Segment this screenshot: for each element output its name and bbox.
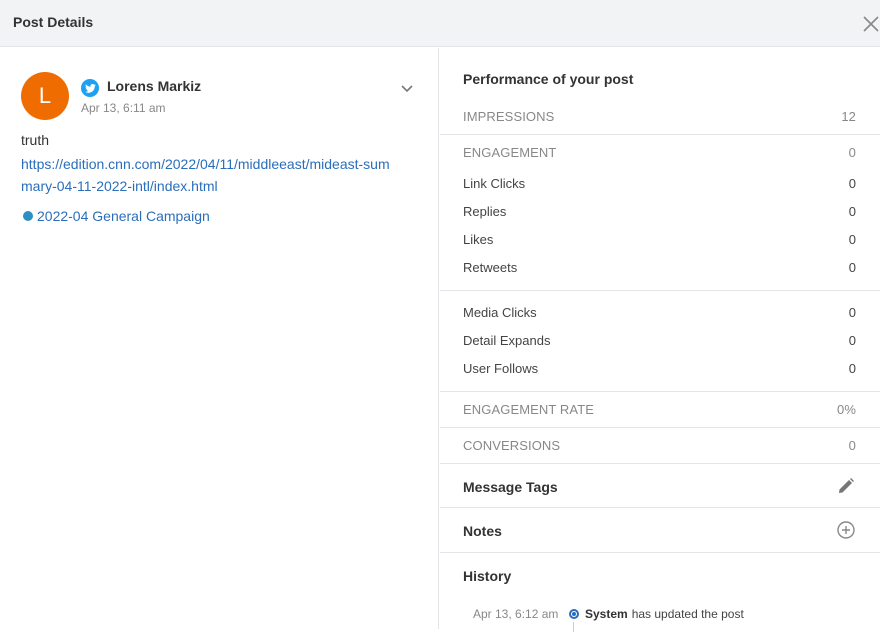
divider (440, 552, 880, 553)
campaign-label: 2022-04 General Campaign (37, 208, 210, 224)
notes-title: Notes (463, 523, 502, 539)
conversions-value: 0 (848, 438, 856, 453)
post-panel: L Lorens Markiz Apr 13, 6:11 am truth ht… (0, 48, 439, 629)
engagement-rate-label: ENGAGEMENT RATE (463, 402, 595, 417)
campaign-tag[interactable]: 2022-04 General Campaign (23, 208, 210, 224)
modal-header: Post Details (0, 0, 880, 47)
add-note-button[interactable] (836, 520, 856, 540)
metric-value: 0 (848, 232, 856, 247)
post-text: truth (21, 132, 50, 148)
timeline-line (573, 622, 574, 632)
close-icon (863, 16, 879, 32)
history-text: has updated the post (631, 607, 744, 621)
metric-label: Link Clicks (463, 176, 526, 191)
pencil-icon (839, 478, 854, 493)
history-entry: Apr 13, 6:12 am System has updated the p… (473, 607, 744, 621)
engagement-rate-row: ENGAGEMENT RATE 0% (463, 402, 856, 417)
metric-label: Detail Expands (463, 333, 551, 348)
engagement-row: ENGAGEMENT 0 (463, 145, 856, 160)
metric-row: Likes 0 (463, 232, 856, 247)
avatar: L (21, 72, 69, 120)
metric-row: Detail Expands 0 (463, 333, 856, 348)
post-options-button[interactable] (399, 82, 415, 94)
campaign-dot-icon (23, 211, 33, 221)
edit-tags-button[interactable] (836, 476, 856, 496)
divider (440, 507, 880, 508)
conversions-row: CONVERSIONS 0 (463, 438, 856, 453)
chevron-down-icon (401, 85, 413, 93)
post-link[interactable]: https://edition.cnn.com/2022/04/11/middl… (21, 153, 401, 197)
impressions-label: IMPRESSIONS (463, 109, 555, 124)
post-timestamp: Apr 13, 6:11 am (81, 101, 166, 115)
post-author[interactable]: Lorens Markiz (107, 78, 201, 94)
metric-row: Media Clicks 0 (463, 305, 856, 320)
divider (440, 427, 880, 428)
close-button[interactable] (860, 12, 880, 34)
metric-value: 0 (848, 204, 856, 219)
divider (440, 134, 880, 135)
impressions-row: IMPRESSIONS 12 (463, 109, 856, 124)
metric-value: 0 (848, 333, 856, 348)
performance-title: Performance of your post (463, 71, 634, 87)
metric-label: User Follows (463, 361, 539, 376)
twitter-icon (81, 79, 99, 97)
history-date: Apr 13, 6:12 am (473, 607, 559, 621)
metric-value: 0 (848, 305, 856, 320)
engagement-value: 0 (848, 145, 856, 160)
performance-panel: Performance of your post IMPRESSIONS 12 … (440, 48, 880, 632)
history-actor: System (585, 607, 628, 621)
metric-value: 0 (848, 260, 856, 275)
modal-title: Post Details (13, 14, 94, 30)
impressions-value: 12 (841, 109, 856, 124)
divider (440, 290, 880, 291)
plus-circle-icon (837, 521, 855, 539)
message-tags-title: Message Tags (463, 479, 558, 495)
metric-label: Likes (463, 232, 494, 247)
engagement-rate-value: 0% (837, 402, 856, 417)
metric-value: 0 (848, 361, 856, 376)
metric-row: Replies 0 (463, 204, 856, 219)
conversions-label: CONVERSIONS (463, 438, 561, 453)
metric-label: Retweets (463, 260, 518, 275)
metric-value: 0 (848, 176, 856, 191)
metric-label: Media Clicks (463, 305, 537, 320)
metric-row: User Follows 0 (463, 361, 856, 376)
engagement-label: ENGAGEMENT (463, 145, 557, 160)
metric-row: Retweets 0 (463, 260, 856, 275)
metric-label: Replies (463, 204, 507, 219)
divider (440, 391, 880, 392)
timeline-dot-icon (569, 609, 579, 619)
metric-row: Link Clicks 0 (463, 176, 856, 191)
history-title: History (463, 568, 512, 584)
divider (440, 463, 880, 464)
